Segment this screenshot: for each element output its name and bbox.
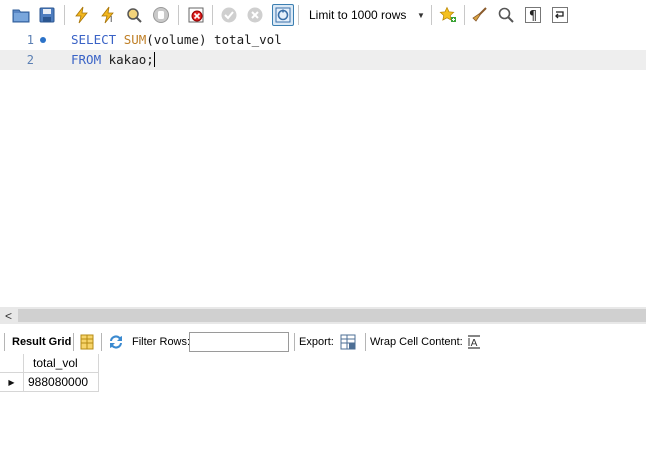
- export-label: Export:: [299, 336, 334, 348]
- filter-rows-input[interactable]: [189, 332, 289, 352]
- column-header-total-vol[interactable]: total_vol: [24, 354, 99, 373]
- sql-editor[interactable]: 1 SELECT SUM(volume) total_vol 2 FROM ka…: [0, 30, 646, 307]
- text-caret: [153, 52, 155, 67]
- limit-rows-value: Limit to 1000 rows: [309, 8, 407, 22]
- line-number: 2: [26, 53, 34, 67]
- line-number: 1: [26, 33, 34, 47]
- scroll-left-icon[interactable]: <: [0, 307, 17, 324]
- code-rest: (volume) total_vol: [146, 32, 282, 47]
- keyword-from: FROM: [71, 52, 102, 67]
- toolbar-separator: [294, 333, 295, 351]
- export-icon[interactable]: [339, 333, 357, 351]
- toolbar-separator: [178, 5, 179, 25]
- explain-icon[interactable]: [123, 4, 145, 26]
- svg-text:A: A: [471, 338, 478, 349]
- keyword-select: SELECT: [71, 32, 117, 47]
- limit-rows-select[interactable]: Limit to 1000 rows ▼: [302, 5, 428, 25]
- result-grid: total_vol ▶ 988080000: [0, 354, 646, 467]
- toolbar-separator: [73, 333, 74, 351]
- current-row-arrow-icon: ▶: [0, 373, 24, 392]
- toolbar-separator: [4, 333, 5, 351]
- toolbar-separator: [431, 5, 432, 25]
- table-cell[interactable]: 988080000: [24, 373, 99, 392]
- code-text: SELECT SUM(volume) total_vol: [71, 30, 282, 50]
- save-sql-file-icon[interactable]: [36, 4, 58, 26]
- toolbar-separator: [212, 5, 213, 25]
- sql-editor-toolbar: I Limit to 1000 rows ▼ ¶: [0, 0, 646, 30]
- rollback-icon[interactable]: [244, 4, 266, 26]
- execute-all-icon[interactable]: [71, 4, 93, 26]
- toggle-autocommit-icon[interactable]: [272, 4, 294, 26]
- toggle-invisible-characters-icon[interactable]: ¶: [522, 4, 544, 26]
- toggle-word-wrap-icon[interactable]: [549, 4, 571, 26]
- code-rest: kakao;: [101, 52, 154, 67]
- execute-current-statement-icon[interactable]: I: [97, 4, 119, 26]
- find-icon[interactable]: [495, 4, 517, 26]
- toggle-continue-on-error-icon[interactable]: [185, 4, 207, 26]
- toolbar-separator: [298, 5, 299, 25]
- code-text: FROM kakao;: [71, 50, 155, 70]
- toolbar-separator: [101, 333, 102, 351]
- toolbar-separator: [365, 333, 366, 351]
- filter-rows-label: Filter Rows:: [132, 336, 191, 348]
- scrollbar-thumb[interactable]: [18, 309, 646, 322]
- refresh-icon[interactable]: [107, 333, 125, 351]
- function-sum: SUM: [123, 32, 147, 47]
- toolbar-separator: [464, 5, 465, 25]
- result-grid-tab[interactable]: Result Grid: [12, 334, 71, 350]
- add-snippet-icon[interactable]: [437, 4, 459, 26]
- grid-corner: [0, 354, 24, 373]
- horizontal-scrollbar[interactable]: <: [0, 307, 646, 324]
- commit-icon[interactable]: [218, 4, 240, 26]
- editor-line[interactable]: 1 SELECT SUM(volume) total_vol: [0, 30, 646, 50]
- result-toolbar: Result Grid Filter Rows: Export: Wrap Ce…: [0, 330, 646, 354]
- toolbar-separator: [64, 5, 65, 25]
- wrap-cell-content-icon[interactable]: A: [465, 333, 483, 351]
- open-sql-file-icon[interactable]: [10, 4, 32, 26]
- statement-marker-icon: [40, 37, 46, 43]
- editor-line-active[interactable]: 2 FROM kakao;: [0, 50, 646, 70]
- svg-text:¶: ¶: [529, 9, 537, 24]
- beautify-icon[interactable]: [469, 4, 491, 26]
- chevron-down-icon: ▼: [417, 10, 425, 20]
- wrap-cell-content-label: Wrap Cell Content:: [370, 336, 463, 348]
- svg-text:I: I: [110, 15, 112, 24]
- stop-query-icon[interactable]: [150, 4, 172, 26]
- grid-view-icon[interactable]: [78, 333, 96, 351]
